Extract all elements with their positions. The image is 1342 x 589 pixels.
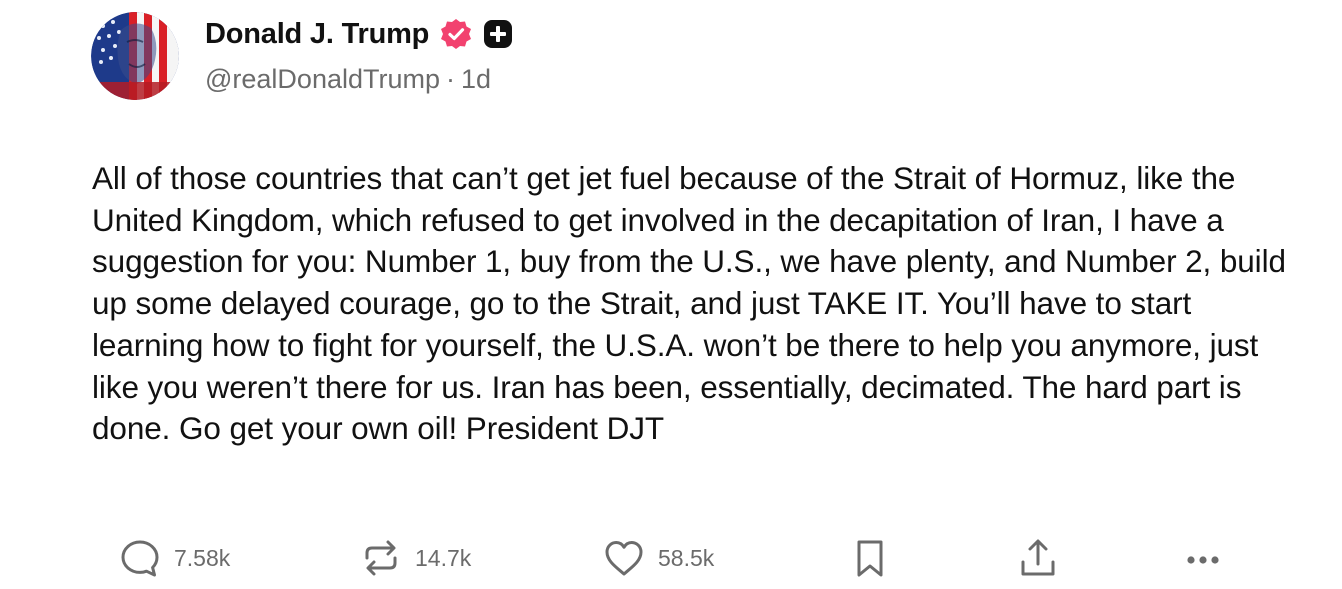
bookmark-button[interactable] bbox=[848, 532, 892, 584]
post-card: Donald J. Trump @realDonaldTrump · 1d Al… bbox=[0, 0, 1342, 589]
post-actions-bar: 7.58k 14.7k 58.5k bbox=[0, 532, 1342, 584]
like-button[interactable]: 58.5k bbox=[602, 532, 714, 584]
share-icon bbox=[1016, 536, 1060, 580]
post-timestamp[interactable]: 1d bbox=[461, 64, 491, 95]
like-count: 58.5k bbox=[658, 544, 715, 571]
author-display-name[interactable]: Donald J. Trump bbox=[205, 18, 429, 51]
meta-separator: · bbox=[446, 64, 455, 94]
avatar[interactable] bbox=[91, 12, 179, 100]
author-name-row: Donald J. Trump bbox=[205, 14, 515, 54]
verified-badge-icon bbox=[439, 17, 473, 51]
repost-button[interactable]: 14.7k bbox=[359, 532, 471, 584]
reply-button[interactable]: 7.58k bbox=[118, 532, 230, 584]
author-handle-row: @realDonaldTrump · 1d bbox=[205, 64, 491, 95]
bookmark-icon bbox=[848, 536, 892, 580]
post-body-text: All of those countries that can’t get je… bbox=[92, 160, 1286, 447]
avatar-image bbox=[91, 12, 179, 100]
heart-icon bbox=[602, 536, 646, 580]
plus-badge-icon bbox=[481, 17, 515, 51]
more-options-button[interactable] bbox=[1181, 532, 1225, 584]
author-handle[interactable]: @realDonaldTrump bbox=[205, 64, 440, 95]
repost-icon bbox=[359, 536, 403, 580]
more-options-icon bbox=[1181, 536, 1225, 580]
reply-count: 7.58k bbox=[174, 544, 231, 571]
reply-icon bbox=[118, 536, 162, 580]
repost-count: 14.7k bbox=[415, 544, 472, 571]
share-button[interactable] bbox=[1016, 532, 1060, 584]
